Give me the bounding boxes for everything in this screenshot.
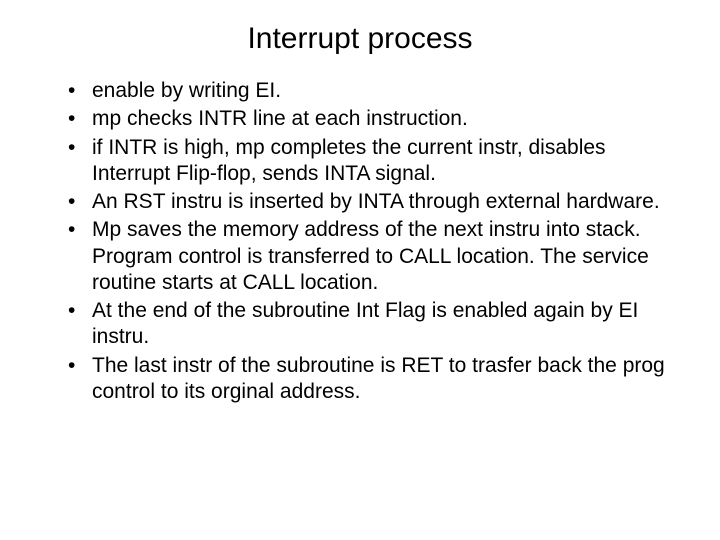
slide-title: Interrupt process <box>48 22 672 56</box>
list-item: enable by writing EI. <box>68 78 672 104</box>
list-item: mp checks INTR line at each instruction. <box>68 106 672 132</box>
list-item: The last instr of the subroutine is RET … <box>68 353 672 406</box>
list-item: An RST instru is inserted by INTA throug… <box>68 189 672 215</box>
bullet-list: enable by writing EI. mp checks INTR lin… <box>48 78 672 405</box>
list-item: if INTR is high, mp completes the curren… <box>68 135 672 188</box>
list-item: Mp saves the memory address of the next … <box>68 217 672 296</box>
slide: Interrupt process enable by writing EI. … <box>0 0 720 540</box>
list-item: At the end of the subroutine Int Flag is… <box>68 298 672 351</box>
